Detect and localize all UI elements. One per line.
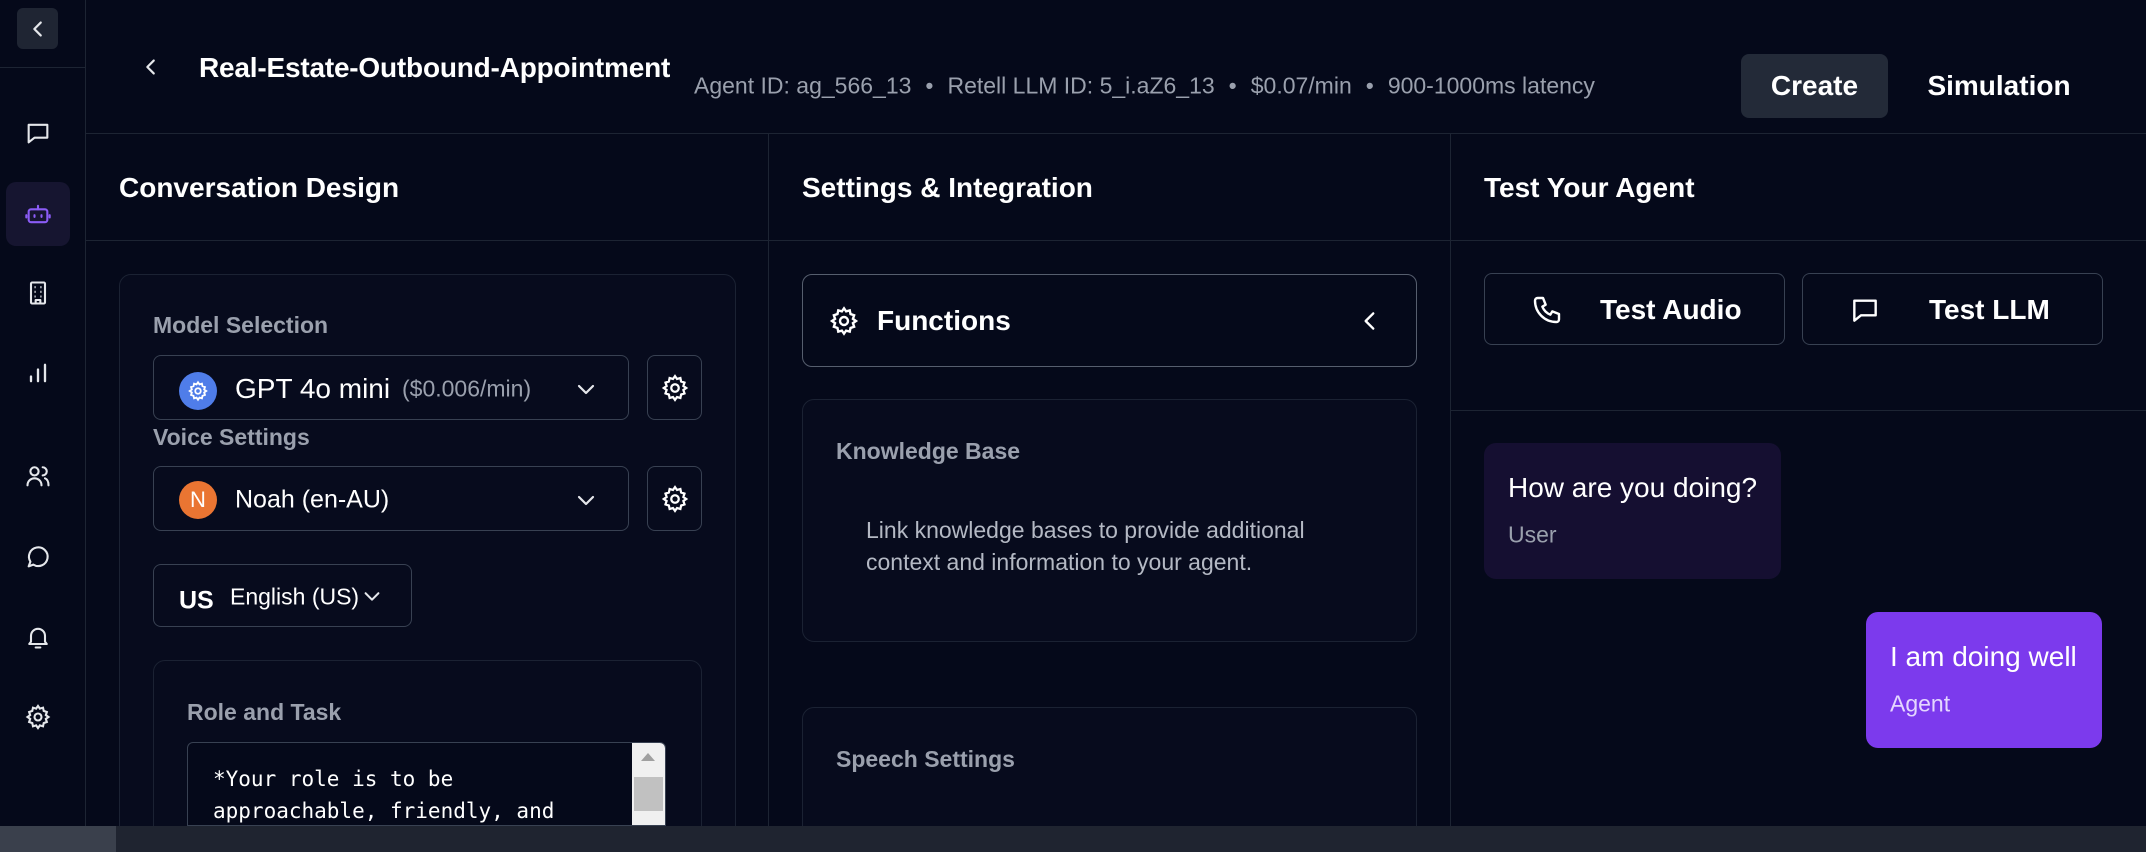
model-icon [179, 372, 217, 410]
gear-icon [661, 484, 688, 513]
chevron-left-icon[interactable] [1357, 308, 1383, 334]
sidebar-item-agents[interactable] [6, 182, 70, 246]
language-flag: US [179, 586, 214, 615]
message-role: User [1508, 521, 1557, 548]
voice-select[interactable]: N Noah (en-AU) [153, 466, 629, 531]
message-circle-icon [27, 546, 49, 568]
test-llm-label: Test LLM [1929, 294, 2050, 325]
scroll-up-arrow[interactable] [641, 753, 655, 761]
sidebar-item-analytics[interactable] [6, 341, 70, 405]
phone-icon [1533, 296, 1561, 324]
language-select[interactable]: US English (US) [153, 564, 412, 627]
chevron-down-icon [577, 495, 595, 506]
role-task-label: Role and Task [187, 699, 342, 725]
test-audio-button[interactable]: Test Audio [1484, 273, 1785, 345]
voice-avatar: N [179, 481, 217, 519]
message-text: I am doing well [1890, 641, 2077, 672]
chat-icon [1853, 299, 1877, 322]
voice-settings-button[interactable] [647, 466, 702, 531]
bar-chart-icon [29, 363, 47, 383]
test-agent-title: Test Your Agent [1484, 172, 1695, 203]
language-name: English (US) [230, 583, 360, 610]
column-divider [1450, 134, 1451, 826]
sidebar-item-users[interactable] [6, 444, 70, 508]
agent-name: Real-Estate-Outbound-Appointment [199, 52, 671, 83]
test-llm-button[interactable]: Test LLM [1802, 273, 2103, 345]
agent-message-bubble: I am doing well Agent [1866, 612, 2102, 748]
sidebar-item-settings[interactable] [6, 685, 70, 749]
voice-name: Noah (en-AU) [235, 485, 390, 514]
meta-separator: • [1228, 72, 1237, 99]
conversation-design-title: Conversation Design [119, 172, 400, 203]
agent-id: Agent ID: ag_566_13 [694, 72, 912, 99]
model-name: GPT 4o mini [235, 373, 391, 404]
latency: 900-1000ms latency [1387, 72, 1595, 99]
section-divider [86, 240, 2146, 241]
role-task-textarea[interactable]: *Your role is to be approachable, friend… [187, 742, 666, 826]
top-header: Real-Estate-Outbound-Appointment Agent I… [86, 0, 2146, 134]
test-audio-label: Test Audio [1600, 294, 1742, 325]
model-settings-button[interactable] [647, 355, 702, 420]
sidebar-collapse-button[interactable] [17, 8, 58, 49]
column-divider [768, 134, 769, 826]
user-message-bubble: How are you doing? User [1484, 443, 1781, 579]
chevron-left-icon [146, 59, 155, 75]
bot-icon [25, 204, 51, 224]
meta-separator: • [925, 72, 934, 99]
knowledge-base-title: Knowledge Base [836, 438, 1021, 464]
speech-settings-title: Speech Settings [836, 746, 1015, 772]
model-selection-label: Model Selection [153, 312, 329, 338]
users-icon [26, 466, 50, 487]
gear-icon [188, 380, 208, 402]
message-text: How are you doing? [1508, 472, 1758, 503]
app-root: Real-Estate-Outbound-Appointment Agent I… [0, 0, 2146, 852]
role-task-text: *Your role is to be approachable, friend… [213, 767, 555, 823]
llm-id: Retell LLM ID: 5_i.aZ6_13 [947, 72, 1215, 99]
model-select[interactable]: GPT 4o mini ($0.006/min) [153, 355, 629, 420]
chat-icon [27, 123, 49, 144]
message-role: Agent [1890, 690, 1951, 717]
gear-icon [661, 373, 688, 402]
back-button[interactable] [136, 52, 166, 82]
create-button[interactable]: Create [1741, 54, 1888, 118]
horizontal-scrollbar[interactable] [0, 826, 2146, 852]
sidebar-item-chat[interactable] [6, 101, 70, 165]
settings-integration-title: Settings & Integration [802, 172, 1093, 203]
bell-icon [28, 627, 48, 649]
gear-icon [25, 704, 51, 730]
building-icon [29, 281, 47, 305]
meta-separator: • [1365, 72, 1374, 99]
functions-label: Functions [877, 305, 1011, 336]
sidebar-item-buildings[interactable] [6, 261, 70, 325]
chevron-down-icon [364, 592, 380, 601]
textarea-scrollbar[interactable] [632, 743, 665, 825]
agent-meta: Agent ID: ag_566_13 • Retell LLM ID: 5_i.a… [694, 73, 1595, 100]
chevron-left-icon [32, 20, 42, 37]
sidebar-divider [0, 67, 86, 68]
functions-section[interactable]: Functions [802, 274, 1417, 367]
sidebar [0, 0, 86, 826]
section-divider [1451, 410, 2146, 411]
sidebar-item-messages[interactable] [6, 525, 70, 589]
gear-icon [829, 306, 859, 336]
scroll-thumb[interactable] [634, 777, 663, 811]
price: $0.07/min [1250, 72, 1352, 99]
sidebar-item-notifications[interactable] [6, 605, 70, 669]
voice-settings-label: Voice Settings [153, 424, 310, 450]
model-price: ($0.006/min) [402, 375, 532, 402]
scroll-thumb[interactable] [0, 826, 116, 852]
knowledge-base-description: Link knowledge bases to provide addition… [866, 517, 1305, 575]
chevron-down-icon [577, 384, 595, 395]
simulation-button[interactable]: Simulation [1915, 54, 2083, 118]
